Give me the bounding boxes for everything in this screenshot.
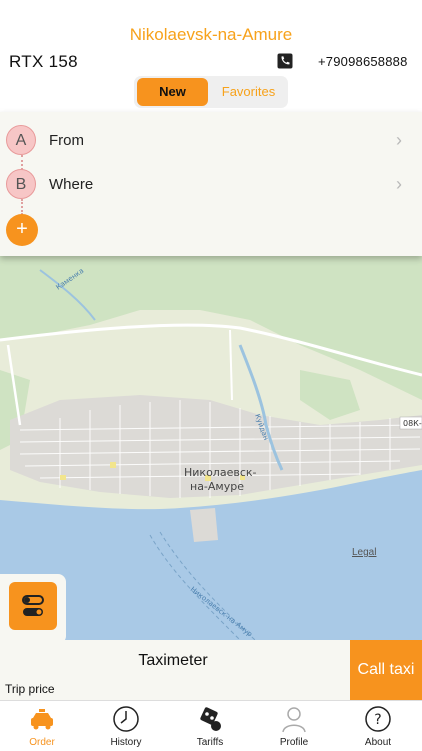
tab-label: About [364,737,392,748]
tab-bar: Order History Tariffs Profile ? About [0,700,422,751]
tab-order[interactable]: Order [0,701,84,751]
map-city-label-line1: Николаевск- [184,466,257,479]
map-city-label-line2: на-Амуре [190,480,244,493]
marker-a: A [6,125,36,155]
favorites-tab[interactable]: Favorites [212,78,285,106]
help-icon: ? [365,706,391,732]
map-legal-link[interactable]: Legal [352,547,376,558]
from-address-row[interactable]: A From › [0,119,422,163]
tab-label: Profile [279,737,309,748]
tab-label: History [110,737,142,748]
chevron-right-icon: › [396,174,402,194]
tariffs-icon [200,707,221,731]
route-panel: A From › B Where › + [0,112,422,256]
phone-icon[interactable] [277,53,293,69]
taximeter-title: Taximeter [138,652,208,669]
toggle-switch-button[interactable] [9,582,57,630]
where-label: Where [49,176,94,193]
svg-text:?: ? [374,712,381,728]
chevron-right-icon: › [396,130,402,150]
company-name: RTX 158 [9,52,78,71]
marker-b: B [6,169,36,199]
tab-label: Order [29,737,55,748]
city-title[interactable]: Nikolaevsk-na-Amure [0,25,422,45]
phone-number[interactable]: +79098658888 [318,54,408,69]
map-road-label: 08К- [403,419,422,428]
tab-about[interactable]: ? About [336,701,420,751]
tab-profile[interactable]: Profile [252,701,336,751]
taxi-car-icon [31,709,53,730]
new-order-tab[interactable]: New [137,78,208,106]
tab-history[interactable]: History [84,701,168,751]
trip-price-label: Trip price [5,682,55,696]
toggle-switch-icon [22,595,44,616]
order-mode-switch: New Favorites [134,76,288,108]
map-controls-card [0,574,66,644]
header: Nikolaevsk-na-Amure RTX 158 +79098658888… [0,0,422,112]
tab-tariffs[interactable]: Tariffs [168,701,252,751]
tab-label: Tariffs [196,737,224,748]
taximeter-bar: Taximeter Trip price [0,640,350,700]
user-icon [282,707,306,733]
clock-icon [113,706,139,732]
call-taxi-button[interactable]: Call taxi [350,640,422,700]
from-label: From [49,132,84,149]
add-stop-button[interactable]: + [6,214,38,246]
where-address-row[interactable]: B Where › [0,163,422,207]
